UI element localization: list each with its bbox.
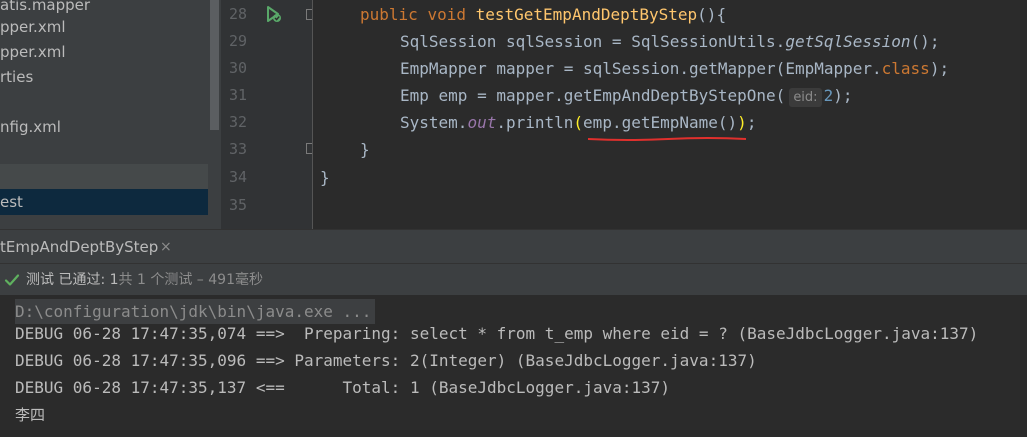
code-text: SqlSession sqlSession = SqlSessionUtils. bbox=[400, 32, 786, 51]
console-line: DEBUG 06-28 17:47:35,137 <== Total: 1 (B… bbox=[15, 378, 671, 397]
method-name: testGetEmpAndDeptByStep bbox=[475, 5, 698, 24]
console-line: DEBUG 06-28 17:47:35,074 ==> Preparing: … bbox=[15, 324, 979, 343]
code-line-30: EmpMapper mapper = sqlSession.getMapper(… bbox=[400, 55, 949, 82]
number-literal: 2 bbox=[823, 86, 834, 105]
tree-item[interactable]: pper.xml bbox=[0, 39, 208, 65]
line-number: 30 bbox=[228, 59, 247, 77]
tree-scrollbar-thumb[interactable] bbox=[210, 0, 219, 130]
parameter-hint: eid: bbox=[789, 88, 822, 107]
line-number: 33 bbox=[228, 140, 247, 158]
tree-item-label: est bbox=[0, 193, 23, 211]
tree-item[interactable]: pper.xml bbox=[0, 14, 208, 40]
static-field: out bbox=[467, 113, 497, 132]
code-text: ); bbox=[929, 59, 950, 78]
code-line-32: System.out.println(emp.getEmpName()); bbox=[400, 109, 756, 136]
status-prefix: 测试 已通过: bbox=[26, 272, 110, 288]
code-text: ; bbox=[746, 113, 757, 132]
code-line-29: SqlSession sqlSession = SqlSessionUtils.… bbox=[400, 28, 939, 55]
keyword: public bbox=[360, 5, 418, 24]
line-number: 34 bbox=[228, 168, 247, 186]
keyword: class bbox=[881, 59, 930, 78]
line-number: 31 bbox=[228, 86, 247, 104]
code-text: EmpMapper mapper = sqlSession.getMapper(… bbox=[400, 59, 882, 78]
code-text: ); bbox=[833, 86, 853, 105]
code-line-31: Emp emp = mapper.getEmpAndDeptByStepOne(… bbox=[400, 82, 852, 109]
red-underline-annotation bbox=[588, 137, 746, 141]
code-text: .println bbox=[496, 113, 574, 132]
tree-item[interactable]: nfig.xml bbox=[0, 114, 208, 140]
code-text: System. bbox=[400, 113, 468, 132]
run-tool-window-header: tEmpAndDeptByStep × bbox=[0, 229, 1027, 263]
tree-scrollbar[interactable] bbox=[208, 0, 221, 229]
code-line-28: public void testGetEmpAndDeptByStep(){ bbox=[360, 1, 726, 28]
static-call: getSqlSession bbox=[785, 32, 911, 51]
tree-item-label: rties bbox=[0, 68, 34, 86]
code-text: Emp emp = mapper.getEmpAndDeptByStepOne( bbox=[400, 86, 786, 105]
tree-item-label: pper.xml bbox=[0, 18, 66, 36]
line-number: 32 bbox=[228, 113, 247, 131]
tree-item-selected[interactable]: est bbox=[0, 189, 208, 215]
close-icon[interactable]: × bbox=[160, 230, 172, 264]
line-number: 29 bbox=[228, 32, 247, 50]
code-text: (){ bbox=[697, 5, 727, 24]
test-status-text: 测试 已通过: 1共 1 个测试 – 491毫秒 bbox=[26, 264, 263, 296]
console-line: DEBUG 06-28 17:47:35,096 ==> Parameters:… bbox=[15, 351, 757, 370]
code-text: (); bbox=[910, 32, 940, 51]
matched-paren: ( bbox=[573, 113, 584, 132]
run-tab-label: tEmpAndDeptByStep bbox=[0, 238, 159, 256]
line-number: 28 bbox=[228, 5, 247, 23]
check-icon bbox=[4, 274, 20, 286]
tree-item[interactable]: rties bbox=[0, 64, 208, 90]
run-tab[interactable]: tEmpAndDeptByStep bbox=[0, 230, 158, 264]
keyword: void bbox=[427, 5, 466, 24]
tree-item-hover[interactable] bbox=[0, 164, 208, 190]
console-line: 李四 bbox=[15, 406, 46, 424]
project-tree: atis.mapper pper.xml pper.xml rties nfig… bbox=[0, 0, 221, 229]
code-line-34: } bbox=[320, 168, 330, 187]
passed-count: 1 bbox=[109, 272, 119, 288]
line-number: 35 bbox=[228, 196, 247, 214]
tree-item-label: pper.xml bbox=[0, 43, 66, 61]
tree-item-label: nfig.xml bbox=[0, 118, 61, 136]
run-gutter-icon[interactable] bbox=[263, 4, 283, 24]
code-line-33: } bbox=[360, 140, 370, 159]
status-detail: 共 1 个测试 – 491毫秒 bbox=[118, 272, 263, 288]
code-text: emp.getEmpName() bbox=[583, 113, 738, 132]
matched-paren: ) bbox=[737, 113, 747, 132]
test-status-bar: 测试 已通过: 1共 1 个测试 – 491毫秒 bbox=[0, 263, 1027, 295]
